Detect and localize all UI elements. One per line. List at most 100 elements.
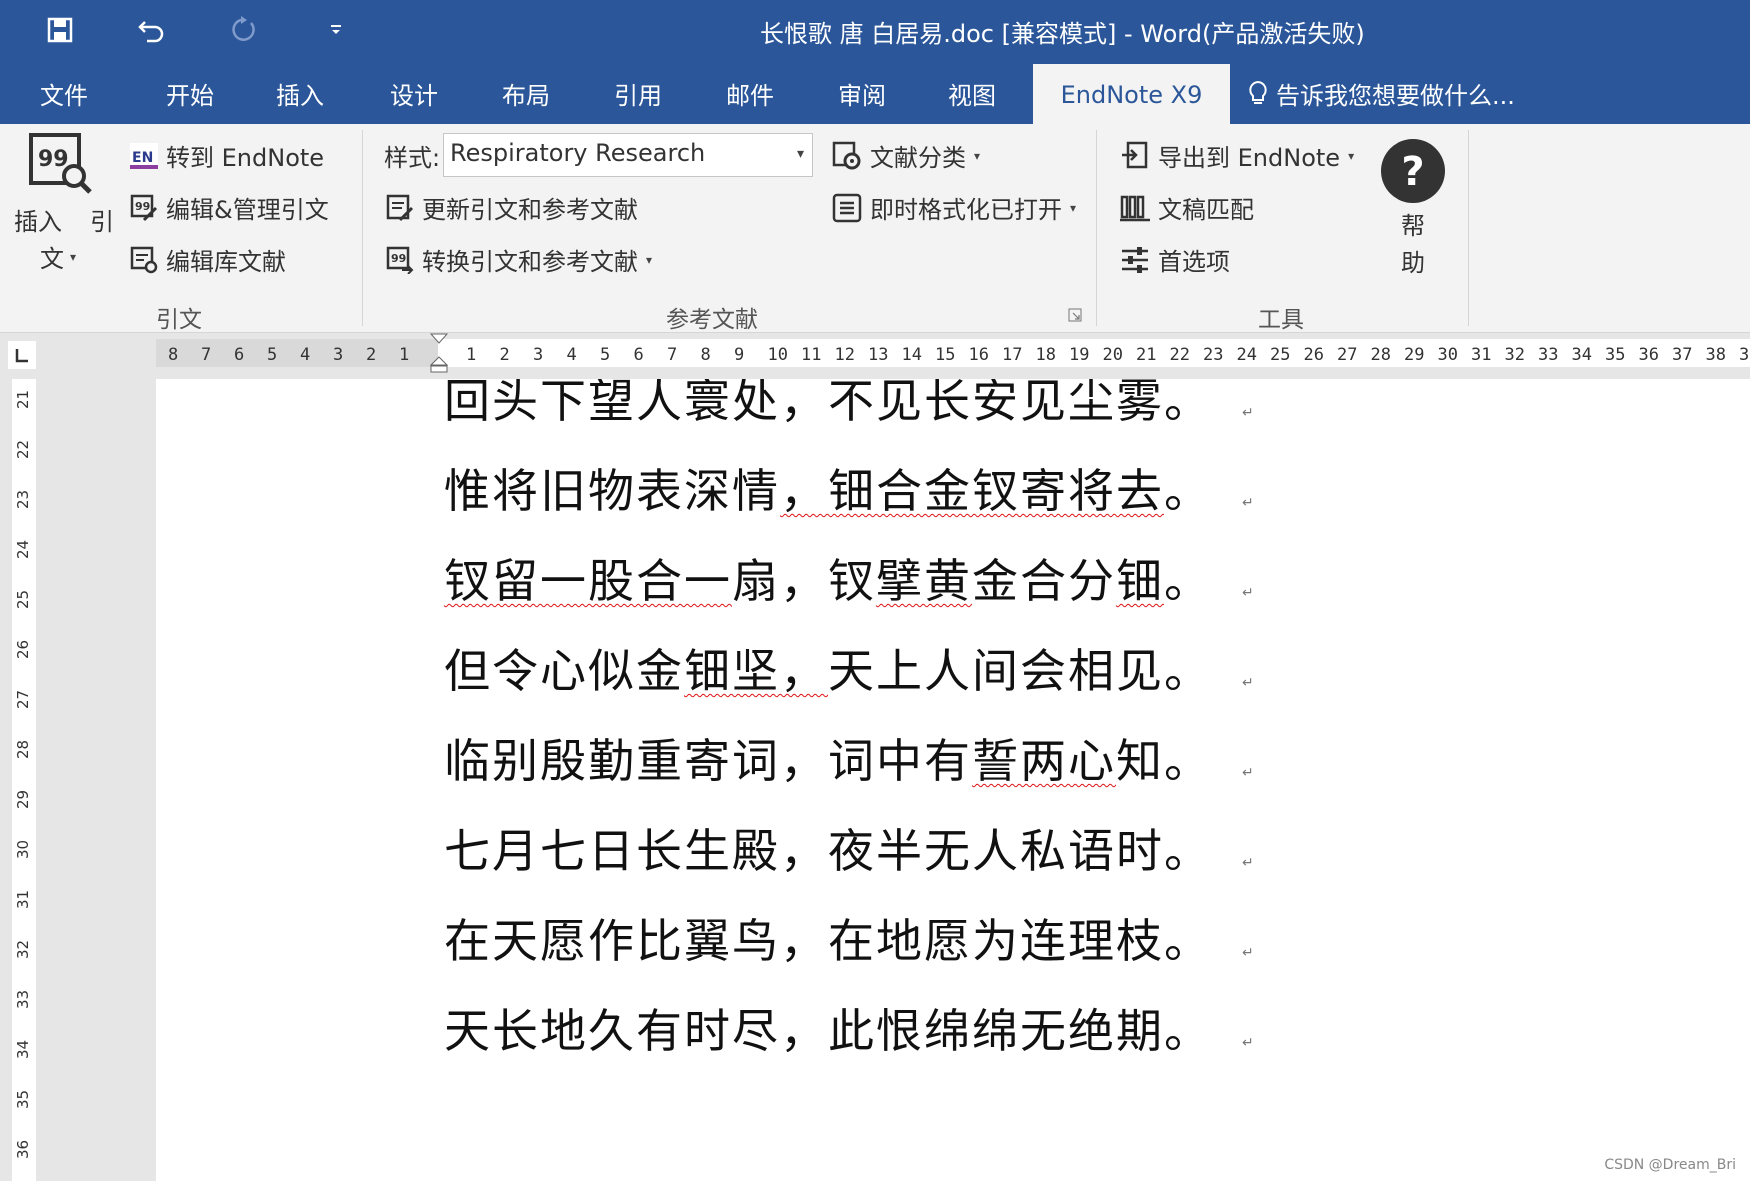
ruler-tick: 23 <box>14 489 32 509</box>
ruler-tick: 21 <box>14 389 32 409</box>
manuscript-label: 文稿匹配 <box>1158 196 1254 224</box>
ruler-tick: 27 <box>14 689 32 709</box>
ruler-tick: 34 <box>1571 345 1592 365</box>
lightbulb-icon <box>1248 80 1268 108</box>
tab-selector[interactable] <box>0 333 44 379</box>
svg-text:?: ? <box>1401 149 1424 195</box>
ruler-tick: 33 <box>1538 345 1559 365</box>
title-bar: 长恨歌 唐 白居易.doc [兼容模式] - Word(产品激活失败) <box>0 0 1750 62</box>
ruler-tick: 9 <box>734 345 745 365</box>
ruler-tick: 19 <box>1069 345 1090 365</box>
edit-library-button[interactable]: 编辑库文献 <box>130 242 286 277</box>
group-label-bibliography: 参考文献 <box>666 307 758 333</box>
spelling-mark[interactable]: 钿 <box>1116 554 1164 608</box>
convert-citations-button[interactable]: 99 转换引文和参考文献 ▾ <box>386 242 652 277</box>
ruler-tick: 36 <box>14 1139 32 1159</box>
poem-line: 临别殷勤重寄词，词中有誓两心知。 ↵ <box>444 734 1256 788</box>
ruler-tick: 17 <box>1002 345 1023 365</box>
ruler-tick: 4 <box>566 345 577 365</box>
poem-line: 钗留一股合一扇，钗擘黄金合分钿。 ↵ <box>444 554 1256 608</box>
ruler-tick: 29 <box>14 789 32 809</box>
ruler-tick: 10 <box>767 345 788 365</box>
group-label-citations: 引文 <box>156 307 202 333</box>
spelling-mark[interactable]: 钿坚， <box>684 644 828 698</box>
tab-home[interactable]: 开始 <box>166 76 214 111</box>
categorize-label: 文献分类 <box>870 144 966 172</box>
tab-review[interactable]: 审阅 <box>838 76 886 111</box>
ruler-tick: 1 <box>399 345 410 365</box>
tab-design[interactable]: 设计 <box>390 76 438 111</box>
edit-manage-citations-button[interactable]: 99 编辑&管理引文 <box>130 190 329 225</box>
chevron-down-icon: ▾ <box>646 252 653 267</box>
goto-endnote-label: 转到 EndNote <box>166 144 325 172</box>
preferences-button[interactable]: 首选项 <box>1120 242 1230 277</box>
dialog-launcher-icon[interactable] <box>1068 308 1082 322</box>
spelling-mark[interactable]: ，钿合金钗寄将去 <box>780 464 1164 518</box>
ruler-tick: 5 <box>600 345 611 365</box>
redo-icon[interactable] <box>224 10 264 50</box>
manuscript-matcher-button[interactable]: 文稿匹配 <box>1120 190 1254 225</box>
svg-text:99: 99 <box>391 252 406 265</box>
ruler-tick: 27 <box>1337 345 1358 365</box>
ruler-tick: 4 <box>300 345 311 365</box>
convert-citations-icon: 99 <box>386 246 414 274</box>
ruler-strip: 87654321 1 2 3 4 5 6 7 8 9 10 11 12 13 14 15 16 17 18 19 20… <box>156 333 1750 373</box>
update-citations-button[interactable]: 更新引文和参考文献 <box>386 190 638 225</box>
horizontal-ruler[interactable]: 87654321 1 2 3 4 5 6 7 8 9 10 11 12 13 14 15 16 17 18 19 20… <box>44 333 1750 379</box>
instant-format-icon <box>832 193 862 223</box>
insert-citation-label-2: 引 <box>90 208 114 236</box>
group-divider <box>362 130 363 326</box>
edit-manage-label: 编辑&管理引文 <box>166 196 329 224</box>
ruler-tick: 31 <box>1471 345 1492 365</box>
tab-mailings[interactable]: 邮件 <box>726 76 774 111</box>
insert-citation-label-3: 文 <box>40 245 64 273</box>
tab-references[interactable]: 引用 <box>614 76 662 111</box>
tab-file[interactable]: 文件 <box>40 76 88 111</box>
goto-endnote-button[interactable]: EN 转到 EndNote <box>130 138 324 173</box>
ruler-tick: 26 <box>14 639 32 659</box>
undo-icon[interactable] <box>132 10 172 50</box>
help-button[interactable]: ? 帮 助 <box>1380 138 1446 278</box>
ruler-tick: 34 <box>14 1039 32 1059</box>
ruler-tick: 6 <box>234 345 245 365</box>
chevron-down-icon: ▾ <box>1348 148 1355 163</box>
ruler-tick: 32 <box>14 939 32 959</box>
spelling-mark[interactable]: 誓两心 <box>972 734 1116 788</box>
spelling-mark[interactable]: 钗留一股合一 <box>444 554 732 608</box>
export-endnote-button[interactable]: 导出到 EndNote ▾ <box>1120 138 1354 173</box>
vertical-ruler-strip: 21 22 23 24 25 26 27 28 29 30 31 32 33 34 35 36 <box>12 379 36 1181</box>
poem-line: 在天愿作比翼鸟，在地愿为连理枝。 ↵ <box>444 914 1256 968</box>
instant-format-button[interactable]: 即时格式化已打开 ▾ <box>832 190 1076 225</box>
save-icon[interactable] <box>40 10 80 50</box>
tab-view[interactable]: 视图 <box>948 76 996 111</box>
ruler-tick: 7 <box>201 345 212 365</box>
ruler-tick: 20 <box>1102 345 1123 365</box>
indent-marker-icon[interactable] <box>430 333 448 373</box>
document-page[interactable]: 回头下望人寰处，不见长安见尘雾。 ↵ 惟将旧物表深情，钿合金钗寄将去。 ↵ 钗留一股… <box>156 379 1750 1181</box>
ruler-tick: 28 <box>1370 345 1391 365</box>
insert-citation-button[interactable]: 99 插入 引 文 ▾ <box>14 132 114 274</box>
ruler-tick: 2 <box>366 345 377 365</box>
tab-layout[interactable]: 布局 <box>502 76 550 111</box>
categorize-button[interactable]: 文献分类 ▾ <box>832 138 980 173</box>
chevron-down-icon: ▾ <box>1070 200 1077 215</box>
svg-text:EN: EN <box>132 150 153 166</box>
ruler-tick: 1 <box>466 345 477 365</box>
tab-insert[interactable]: 插入 <box>276 76 324 111</box>
tab-endnote[interactable]: EndNote X9 <box>1033 64 1230 126</box>
poem-line: 七月七日长生殿，夜半无人私语时。 ↵ <box>444 824 1256 878</box>
preferences-icon <box>1120 245 1150 275</box>
document-canvas: 回头下望人寰处，不见长安见尘雾。 ↵ 惟将旧物表深情，钿合金钗寄将去。 ↵ 钗留一股… <box>44 379 1750 1181</box>
chevron-down-icon: ▾ <box>796 146 804 162</box>
customize-icon[interactable] <box>316 10 356 50</box>
help-label-1: 帮 <box>1401 212 1425 240</box>
ruler-tick: 3 <box>1739 345 1750 365</box>
ruler-tick: 36 <box>1638 345 1659 365</box>
ruler-tick: 6 <box>633 345 644 365</box>
spelling-mark[interactable]: 擘黄 <box>876 554 972 608</box>
preferences-label: 首选项 <box>1158 248 1230 276</box>
vertical-ruler[interactable]: 21 22 23 24 25 26 27 28 29 30 31 32 33 34 35 36 <box>0 379 44 1181</box>
tell-me-box[interactable]: 告诉我您想要做什么... <box>1248 76 1515 111</box>
chevron-down-icon: ▾ <box>974 148 981 163</box>
style-dropdown[interactable]: Respiratory Research ▾ <box>443 133 813 177</box>
